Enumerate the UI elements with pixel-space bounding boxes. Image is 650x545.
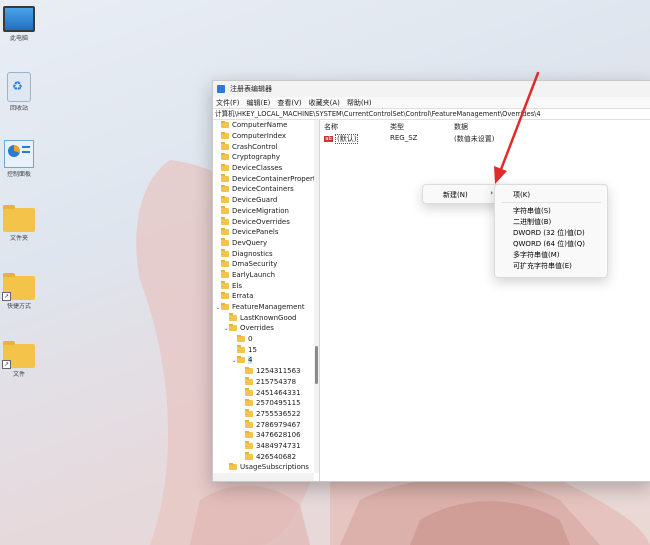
- annotation-arrow: [494, 71, 540, 184]
